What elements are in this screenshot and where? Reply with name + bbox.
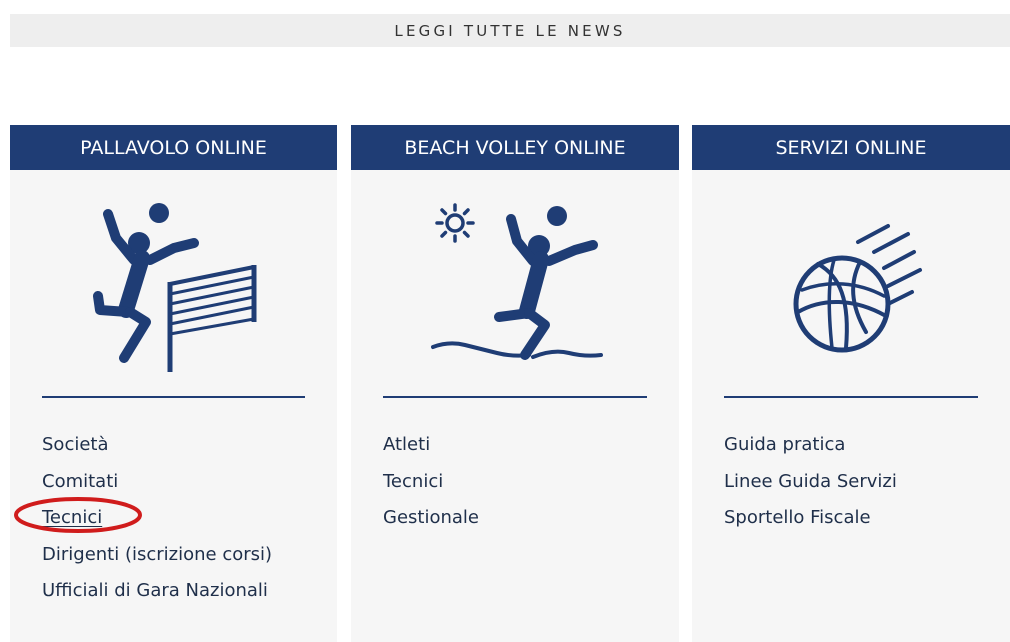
column-divider	[42, 396, 305, 398]
link-comitati[interactable]: Comitati	[42, 464, 272, 501]
column-header-pallavolo[interactable]: PALLAVOLO ONLINE	[10, 125, 337, 170]
beach-volley-links-list: Atleti Tecnici Gestionale	[383, 427, 479, 537]
column-header-servizi[interactable]: SERVIZI ONLINE	[692, 125, 1010, 170]
column-divider	[383, 396, 647, 398]
column-servizi-online: SERVIZI ONLINE Guida pratica Linee Guida…	[692, 125, 1010, 642]
column-header-beach-volley[interactable]: BEACH VOLLEY ONLINE	[351, 125, 679, 170]
link-sportello-fiscale[interactable]: Sportello Fiscale	[724, 500, 897, 537]
pallavolo-links-list: Società Comitati Tecnici Dirigenti (iscr…	[42, 427, 272, 610]
read-all-news-label: LEGGI TUTTE LE NEWS	[394, 21, 626, 40]
column-beach-volley-online: BEACH VOLLEY ONLINE Atleti Tecnici Gesti…	[351, 125, 679, 642]
beach-volley-player-sun-icon	[351, 185, 679, 405]
column-title-beach-volley: BEACH VOLLEY ONLINE	[404, 136, 626, 159]
column-pallavolo-online: PALLAVOLO ONLINE Società Comitati Tecnic…	[10, 125, 337, 642]
column-title-pallavolo: PALLAVOLO ONLINE	[80, 136, 267, 159]
link-gestionale[interactable]: Gestionale	[383, 500, 479, 537]
read-all-news-button[interactable]: LEGGI TUTTE LE NEWS	[10, 14, 1010, 47]
link-ufficiali-gara[interactable]: Ufficiali di Gara Nazionali	[42, 573, 272, 610]
servizi-links-list: Guida pratica Linee Guida Servizi Sporte…	[724, 427, 897, 537]
volleyball-player-net-icon	[10, 185, 337, 405]
link-atleti[interactable]: Atleti	[383, 427, 479, 464]
column-divider	[724, 396, 978, 398]
link-societa[interactable]: Società	[42, 427, 272, 464]
column-title-servizi: SERVIZI ONLINE	[775, 136, 927, 159]
link-guida-pratica[interactable]: Guida pratica	[724, 427, 897, 464]
link-linee-guida-servizi[interactable]: Linee Guida Servizi	[724, 464, 897, 501]
volleyball-ball-icon	[692, 185, 1010, 405]
link-dirigenti[interactable]: Dirigenti (iscrizione corsi)	[42, 537, 272, 574]
link-tecnici-beach[interactable]: Tecnici	[383, 464, 479, 501]
link-tecnici[interactable]: Tecnici	[42, 500, 272, 537]
